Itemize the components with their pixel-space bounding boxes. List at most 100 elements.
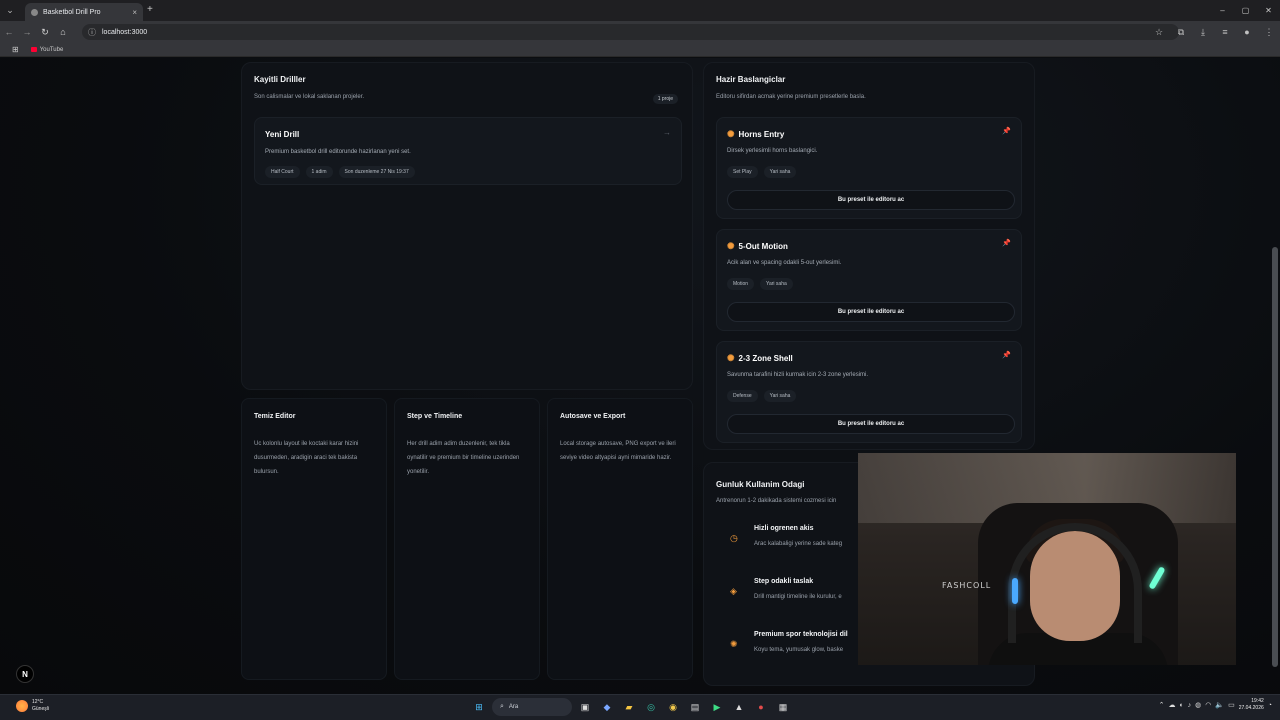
download-icon[interactable]: ⤓ [1192, 27, 1214, 38]
feature-card-clean-editor: Temiz Editor Uc kolonlu layout ile kocta… [241, 398, 387, 680]
close-window-button[interactable]: ✕ [1257, 0, 1280, 21]
pin-icon[interactable]: 📌 [1002, 351, 1011, 359]
saved-drills-title: Kayitli Drilller [254, 75, 306, 84]
tray-app-icon[interactable]: ◐ [1179, 702, 1183, 709]
search-label: Ara [508, 704, 519, 710]
open-preset-button[interactable]: Bu preset ile editoru ac [727, 190, 1015, 210]
drill-name: Yeni Drill [265, 130, 300, 139]
store-icon[interactable]: ▤ [686, 698, 704, 716]
system-clock[interactable]: 19:42 27.04.2026 [1239, 698, 1264, 712]
open-preset-button[interactable]: Bu preset ile editoru ac [727, 414, 1015, 434]
feature-title: Temiz Editor [254, 413, 296, 420]
preset-tag: Yari saha [763, 166, 797, 178]
minimize-button[interactable]: – [1211, 0, 1234, 21]
bookmark-star-icon[interactable]: ☆ [1148, 27, 1170, 38]
apps-grid-icon[interactable]: ⊞ [12, 45, 19, 54]
bookmark-youtube[interactable]: YouTube [30, 47, 63, 53]
page-scrollbar[interactable] [1272, 62, 1278, 690]
reload-icon[interactable]: ↻ [36, 27, 54, 38]
file-explorer-icon[interactable]: ▰ [620, 698, 638, 716]
browser-tab[interactable]: Basketbol Drill Pro × [25, 3, 143, 21]
weather-widget[interactable]: 12°C Güneşli [16, 699, 49, 713]
saved-drills-subtitle: Son calismalar ve lokal saklanan projele… [254, 94, 365, 100]
preset-card-2-3-zone-shell[interactable]: ✺ 2-3 Zone Shell 📌 Savunma tarafini hizli… [716, 341, 1022, 443]
notepad-icon[interactable]: ▦ [774, 698, 792, 716]
battery-icon[interactable]: ▭ [1228, 701, 1235, 709]
profile-avatar[interactable]: ● [1236, 27, 1258, 37]
tab-favicon-icon [31, 8, 38, 16]
arrow-right-icon[interactable]: → [663, 128, 671, 137]
presets-panel: Hazir Baslangiclar Editoru sifirdan acma… [703, 62, 1035, 450]
tray-app-icon[interactable]: ◍ [1195, 701, 1201, 709]
project-count-badge: 1 proje [652, 94, 678, 104]
preset-card-5-out-motion[interactable]: ✺ 5-Out Motion 📌 Acik alan ve spacing oda… [716, 229, 1022, 331]
daily-focus-title: Gunluk Kullanim Odagi [716, 480, 805, 489]
recorder-icon[interactable]: ● [752, 698, 770, 716]
pin-icon[interactable]: 📌 [1002, 127, 1011, 135]
bookmarks-bar: ⊞ YouTube [0, 43, 1280, 57]
forward-icon[interactable]: → [18, 27, 36, 37]
tray-app-icon[interactable]: ☁ [1168, 701, 1175, 709]
chrome-icon[interactable]: ◉ [664, 698, 682, 716]
drill-tag-steps: 1 adim [305, 166, 333, 178]
drill-card[interactable]: Yeni Drill → Premium basketbol drill edi… [254, 117, 682, 185]
open-preset-button[interactable]: Bu preset ile editoru ac [727, 302, 1015, 322]
feature-description: Uc kolonlu layout ile koctaki karar hizi… [254, 441, 359, 475]
browser-menu-icon[interactable]: ⋮ [1258, 27, 1280, 38]
tray-app-icon[interactable]: ♪ [1188, 702, 1192, 709]
temperature: 12°C [32, 699, 44, 705]
preset-name: 5-Out Motion [738, 242, 788, 251]
preset-description: Dirsek yerlesimli horns baslangici. [727, 148, 818, 154]
preset-card-horns-entry[interactable]: ✺ Horns Entry 📌 Dirsek yerlesimli horns b… [716, 117, 1022, 219]
restore-button[interactable]: ▢ [1234, 0, 1257, 21]
url-text: localhost:3000 [102, 28, 148, 36]
back-icon[interactable]: ← [0, 27, 18, 37]
sparkle-icon: ✺ [727, 241, 735, 251]
pin-icon[interactable]: 📌 [1002, 239, 1011, 247]
site-info-icon[interactable]: ⓘ [88, 27, 96, 38]
taskbar-search[interactable]: ⌕ Ara [492, 698, 572, 716]
presets-title: Hazir Baslangiclar [716, 75, 786, 84]
volume-icon[interactable]: 🔈 [1215, 701, 1224, 709]
preset-tag: Defense [727, 390, 758, 402]
terminal-icon[interactable]: ▶ [708, 698, 726, 716]
sun-icon [16, 700, 28, 712]
layers-icon: ◈ [730, 586, 737, 596]
drill-tag-court: Half Court [265, 166, 300, 178]
preset-tag: Yari saha [763, 390, 797, 402]
sparkle-icon: ✺ [730, 639, 738, 649]
nextjs-dev-indicator-button[interactable]: N [16, 665, 34, 683]
feature-description: Local storage autosave, PNG export ve il… [560, 441, 676, 461]
edge-icon[interactable]: ◎ [642, 698, 660, 716]
feature-title: Autosave ve Export [560, 413, 626, 420]
windows-start-icon[interactable]: ⊞ [470, 698, 488, 716]
tab-title: Basketbol Drill Pro [43, 8, 101, 16]
address-bar: ← → ↻ ⌂ ⓘ localhost:3000 ☆ ⧉ ⤓ ≡ ● ⋮ [0, 21, 1280, 43]
tab-search-icon[interactable]: ⌄ [0, 0, 20, 21]
home-icon[interactable]: ⌂ [54, 27, 72, 37]
task-view-icon[interactable]: ▣ [576, 698, 594, 716]
webcam-brand-text: FASHCOLL [942, 581, 992, 590]
copilot-icon[interactable]: ◆ [598, 698, 616, 716]
tab-close-icon[interactable]: × [132, 8, 137, 17]
drill-description: Premium basketbol drill editorunde hazir… [265, 149, 411, 155]
app-icon[interactable]: ▲ [730, 698, 748, 716]
new-tab-button[interactable]: + [147, 4, 153, 15]
url-field[interactable]: ⓘ localhost:3000 [82, 24, 1179, 40]
wifi-icon[interactable]: ◠ [1205, 701, 1211, 709]
sparkle-icon: ✺ [727, 129, 735, 139]
feature-description: Her drill adim adim duzenlenir, tek tikl… [407, 441, 520, 475]
youtube-icon [30, 47, 37, 52]
extensions-icon[interactable]: ⧉ [1170, 27, 1192, 38]
scrollbar-thumb[interactable] [1272, 247, 1278, 667]
focus-item-description: Arac kalabaligi yerine sade kateg [754, 541, 843, 547]
feature-card-autosave-export: Autosave ve Export Local storage autosav… [547, 398, 693, 680]
daily-focus-subtitle: Antrenorun 1-2 dakikada sistemi cozmesi … [716, 498, 837, 504]
notifications-icon[interactable]: ◔ [1268, 702, 1272, 709]
preset-description: Acik alan ve spacing odakli 5-out yerles… [727, 260, 842, 266]
tray-chevron-icon[interactable]: ⌃ [1159, 701, 1165, 709]
media-icon[interactable]: ≡ [1214, 27, 1236, 37]
preset-tag: Yari saha [760, 278, 793, 290]
weather-status: Güneşli [32, 706, 49, 712]
browser-tab-bar: ⌄ Basketbol Drill Pro × + – ▢ ✕ [0, 0, 1280, 21]
